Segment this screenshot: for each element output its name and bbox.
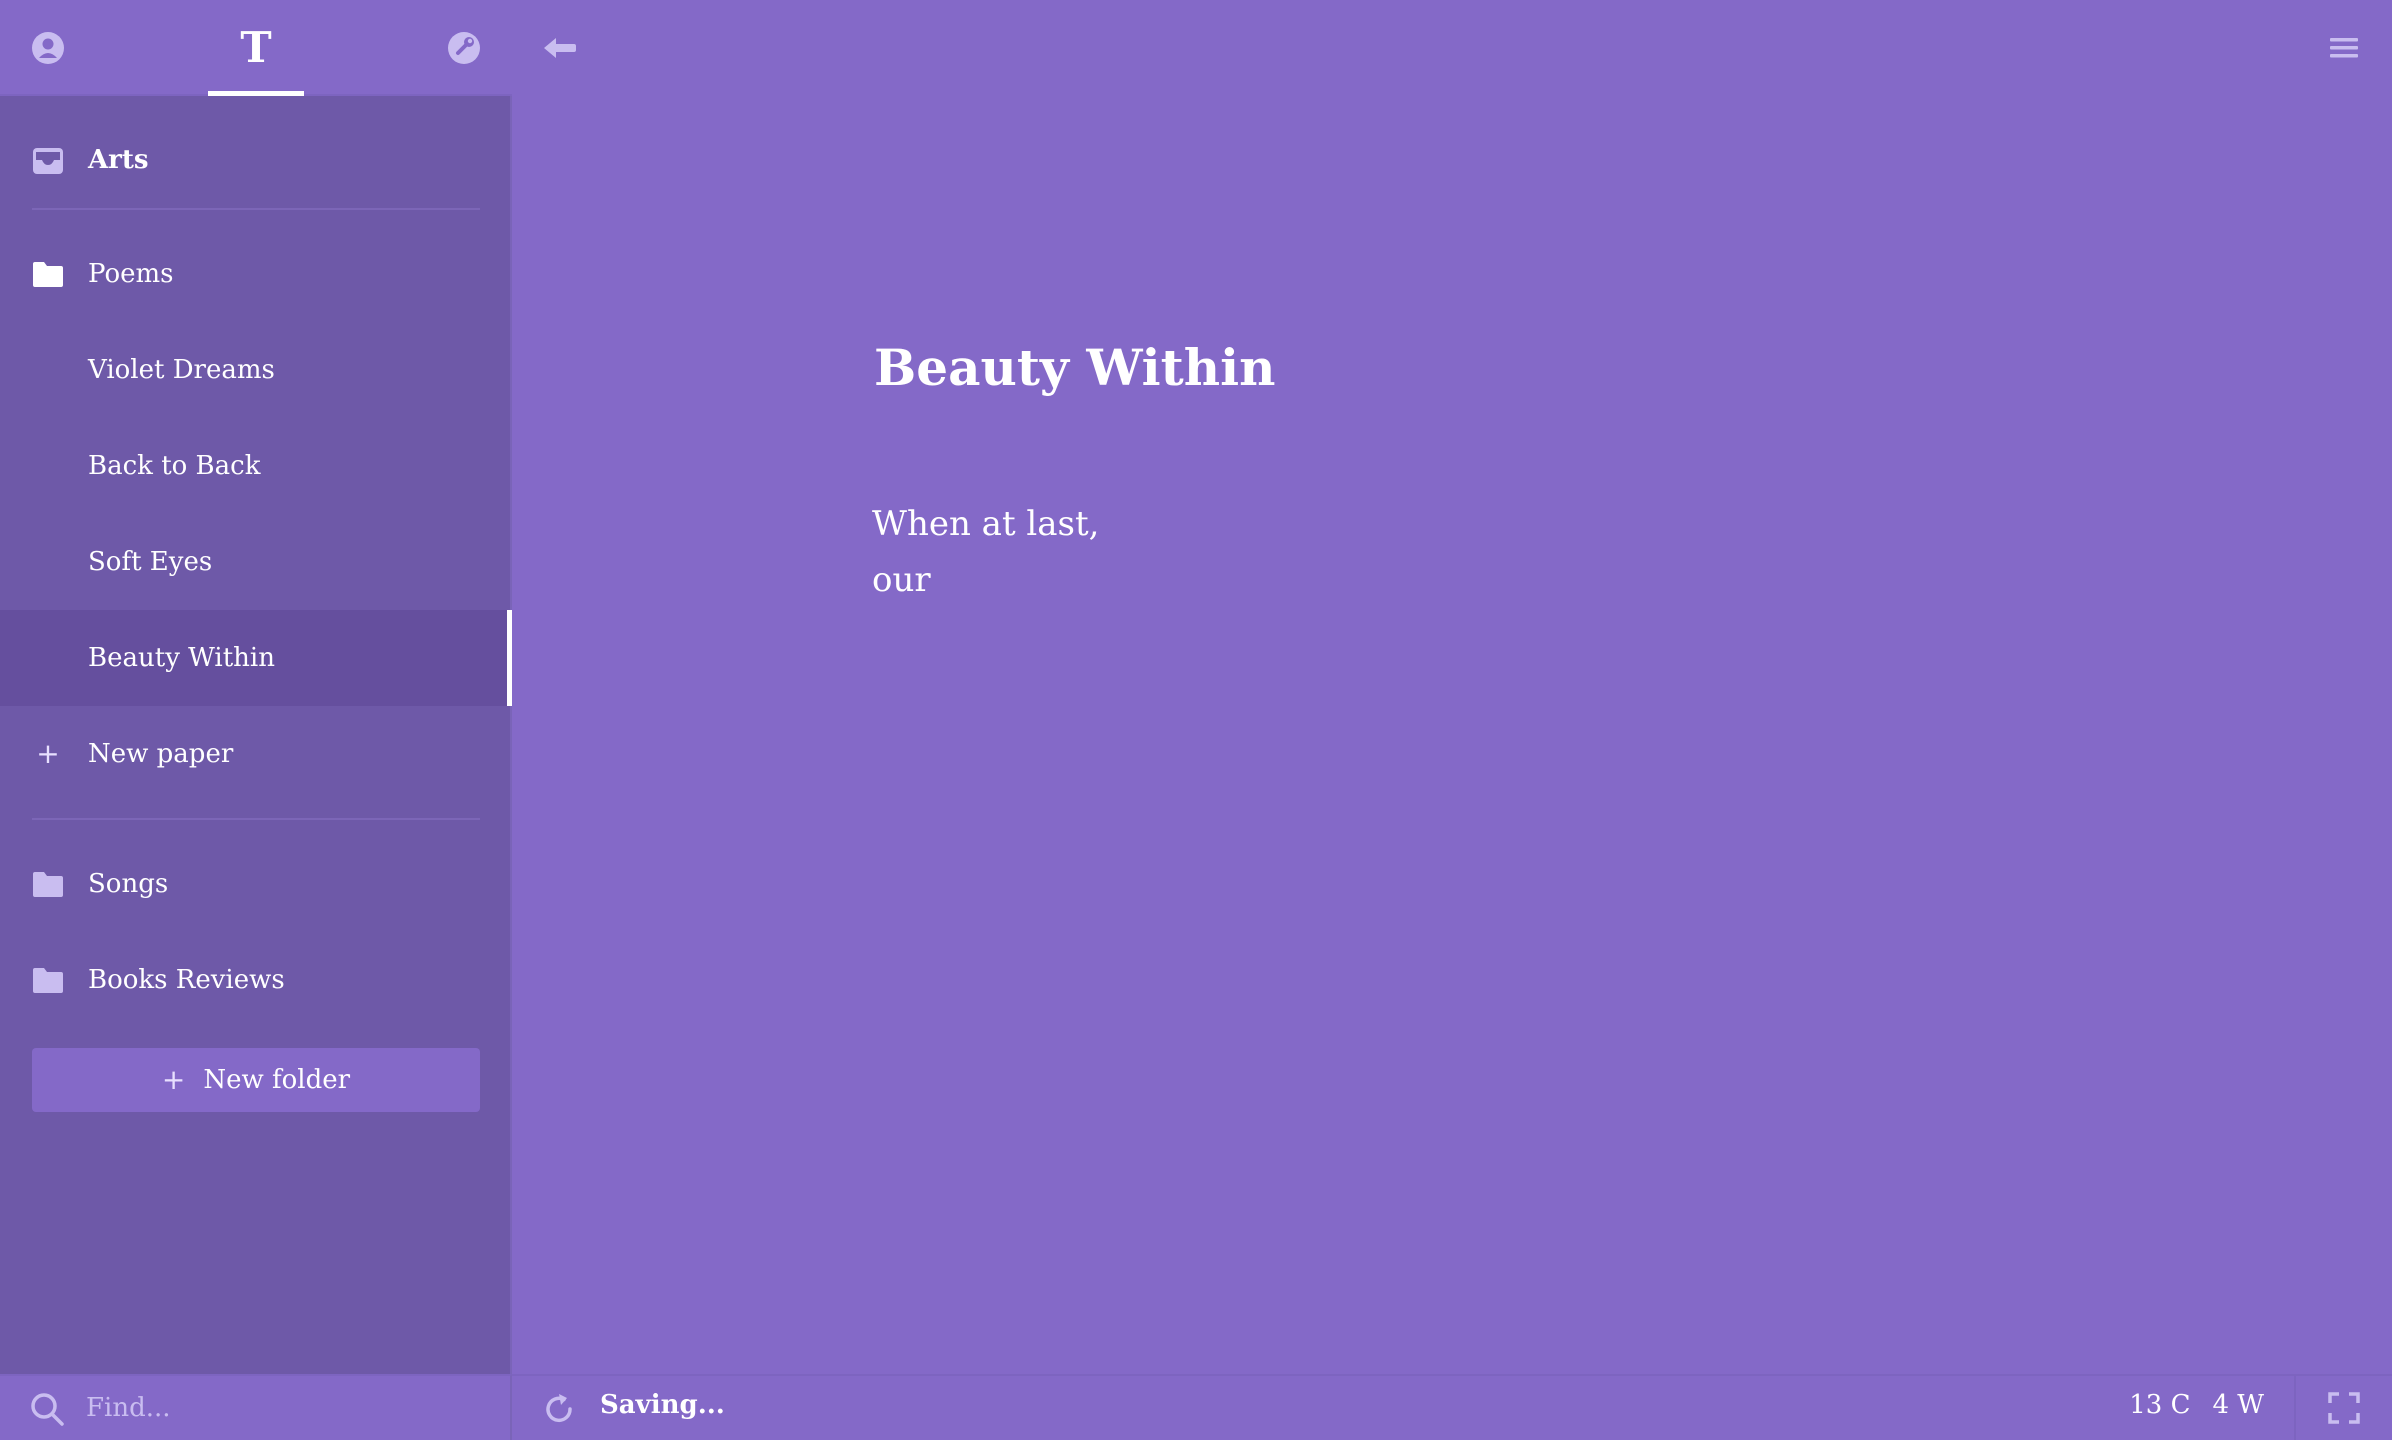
paper-label: Violet Dreams bbox=[88, 355, 275, 385]
paper-soft-eyes[interactable]: Soft Eyes bbox=[0, 514, 510, 610]
divider bbox=[2294, 1376, 2296, 1440]
back-arrow-icon[interactable] bbox=[542, 32, 578, 64]
counts: 13 C 4 W bbox=[2129, 1390, 2264, 1420]
tab-settings[interactable] bbox=[436, 0, 492, 96]
body-line: When at last, bbox=[872, 504, 1100, 544]
paper-label: Beauty Within bbox=[88, 643, 275, 673]
document-title[interactable]: Beauty Within bbox=[874, 338, 1275, 397]
paper-label: Back to Back bbox=[88, 451, 261, 481]
sidebar-search bbox=[0, 1374, 512, 1440]
document-body[interactable]: When at last, our bbox=[872, 496, 1972, 608]
search-icon bbox=[31, 1393, 64, 1426]
menu-icon[interactable] bbox=[2328, 32, 2360, 64]
folder-icon bbox=[32, 258, 64, 290]
new-folder-button[interactable]: + New folder bbox=[32, 1048, 480, 1112]
paper-label: Soft Eyes bbox=[88, 547, 213, 577]
char-count: 13 C bbox=[2129, 1390, 2191, 1420]
active-tab-indicator bbox=[208, 91, 304, 96]
editor-area: Beauty Within When at last, our bbox=[512, 0, 2392, 1440]
word-count: 4 W bbox=[2212, 1390, 2264, 1420]
folder-poems[interactable]: Poems bbox=[0, 226, 510, 322]
text-icon: T bbox=[240, 23, 272, 72]
folder-label: Songs bbox=[88, 869, 169, 899]
user-circle-icon bbox=[32, 32, 64, 64]
fullscreen-icon[interactable] bbox=[2328, 1392, 2360, 1424]
sidebar-tabs: T bbox=[0, 0, 512, 96]
save-status: Saving... bbox=[600, 1390, 725, 1420]
folder-icon bbox=[32, 964, 64, 996]
divider bbox=[32, 818, 480, 820]
search-input[interactable] bbox=[86, 1386, 486, 1430]
folder-books-reviews[interactable]: Books Reviews bbox=[0, 932, 510, 1028]
folder-label: Poems bbox=[88, 259, 174, 289]
paper-beauty-within[interactable]: Beauty Within bbox=[0, 610, 512, 706]
tab-texts[interactable]: T bbox=[208, 0, 304, 96]
body-line: our bbox=[872, 560, 931, 600]
folder-icon bbox=[32, 868, 64, 900]
plus-icon: + bbox=[161, 1063, 186, 1096]
library-arts[interactable]: Arts bbox=[0, 112, 510, 208]
plus-icon: + bbox=[36, 737, 60, 770]
divider bbox=[32, 208, 480, 210]
status-bar: Saving... 13 C 4 W bbox=[512, 1374, 2392, 1440]
sync-icon bbox=[546, 1394, 572, 1422]
new-folder-label: New folder bbox=[203, 1065, 351, 1095]
sidebar: T Arts Poems Violet Dreams Back to Back … bbox=[0, 0, 512, 1440]
folder-label: Books Reviews bbox=[88, 965, 285, 995]
tray-icon bbox=[32, 144, 64, 176]
app: T Arts Poems Violet Dreams Back to Back … bbox=[0, 0, 2392, 1440]
paper-back-to-back[interactable]: Back to Back bbox=[0, 418, 510, 514]
library-label: Arts bbox=[88, 145, 149, 175]
paper-violet-dreams[interactable]: Violet Dreams bbox=[0, 322, 510, 418]
tab-profile[interactable] bbox=[20, 0, 76, 96]
new-paper-button[interactable]: + New paper bbox=[0, 706, 510, 802]
new-paper-label: New paper bbox=[88, 739, 234, 769]
folder-songs[interactable]: Songs bbox=[0, 836, 510, 932]
settings-icon bbox=[448, 32, 480, 64]
